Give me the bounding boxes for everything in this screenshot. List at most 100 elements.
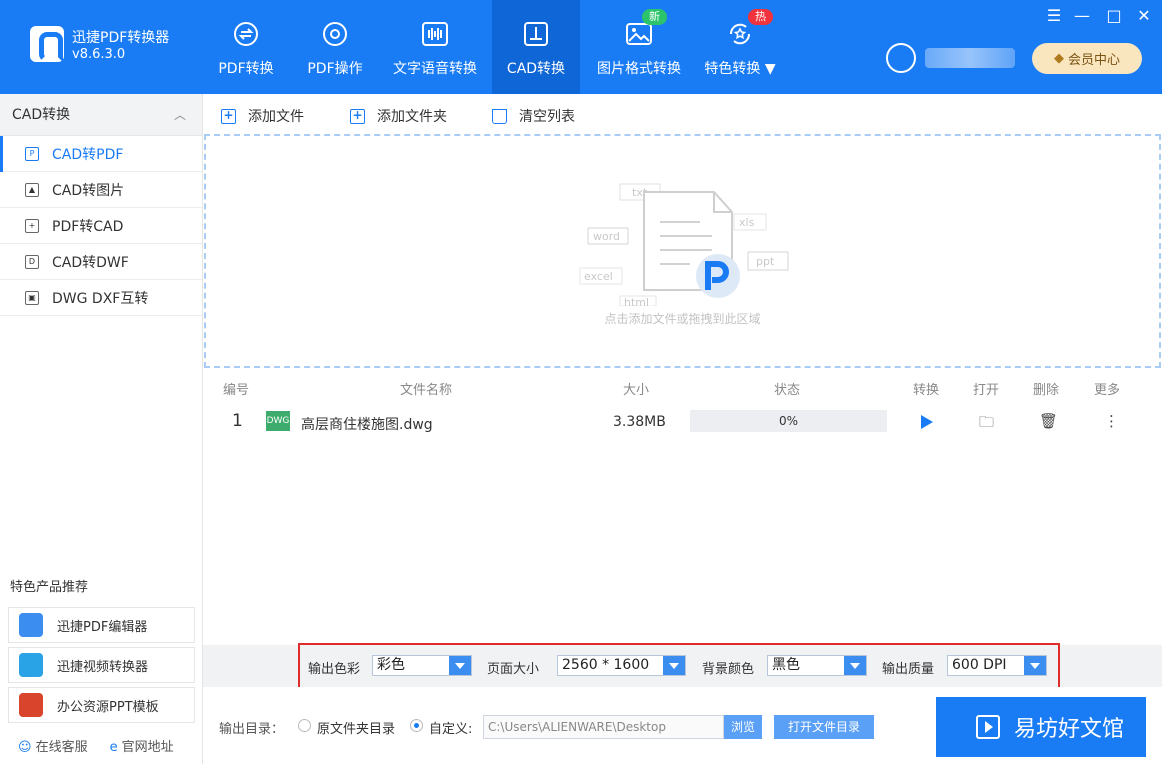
pdf-file-icon: P (25, 146, 39, 161)
text-speech-icon (422, 22, 448, 46)
video-converter-icon (19, 653, 43, 677)
cad-file-icon: + (25, 218, 39, 233)
sidebar-item-cad-to-image[interactable]: ▲ CAD转图片 (0, 172, 202, 208)
delete-icon[interactable]: 🗑 (1039, 412, 1058, 430)
row-number: 1 (232, 411, 243, 431)
dwg-file-icon: DWG (266, 411, 290, 431)
file-name: 高层商住楼施图.dwg (301, 417, 433, 433)
output-color-select[interactable]: 彩色 (372, 655, 472, 676)
sidebar-item-cad-to-pdf[interactable]: P CAD转PDF (0, 136, 202, 172)
convert-play-icon (976, 715, 1000, 739)
open-directory-button[interactable]: 打开文件目录 (774, 715, 874, 739)
chevron-up-icon: ︿ (173, 108, 186, 122)
nav-label: PDF转换 (218, 61, 274, 77)
sidebar-header[interactable]: CAD转换 ︿ (0, 94, 202, 136)
progress-bar: 0% (690, 410, 887, 432)
minimize-icon[interactable]: — (1072, 6, 1092, 25)
output-quality-select[interactable]: 600 DPI (947, 655, 1047, 676)
sidebar: CAD转换 ︿ P CAD转PDF ▲ CAD转图片 + PDF转CAD D C… (0, 94, 203, 764)
file-drop-zone[interactable]: txt word xls ppt excel html 点击添加文件或拖拽到此区… (204, 134, 1161, 368)
sidebar-item-label: DWG DXF互转 (52, 290, 149, 307)
clear-list-button[interactable]: 清空列表 (492, 106, 575, 126)
tag-word: word (593, 230, 620, 243)
sidebar-item-label: CAD转图片 (52, 182, 125, 199)
browse-button[interactable]: 浏览 (724, 715, 762, 739)
pdf-editor-icon (19, 613, 43, 637)
featured-label: 迅捷PDF编辑器 (57, 619, 148, 635)
add-file-icon: + (221, 108, 236, 124)
featured-label: 办公资源PPT模板 (57, 699, 159, 715)
ppt-template-icon (19, 693, 43, 717)
title-bar: 迅捷PDF转换器 v8.6.3.0 PDF转换 PDF操作 文字语音转换 CAD… (0, 0, 1162, 94)
more-icon[interactable]: ⋮ (1104, 412, 1119, 430)
nav-image-convert[interactable]: 新 图片格式转换 (580, 0, 698, 94)
sidebar-item-pdf-to-cad[interactable]: + PDF转CAD (0, 208, 202, 244)
featured-ppt-templates[interactable]: 办公资源PPT模板 (8, 687, 195, 723)
output-color-label: 输出色彩 (308, 662, 361, 677)
dropdown-arrow-icon (449, 656, 471, 675)
add-file-button[interactable]: + 添加文件 (221, 106, 304, 126)
online-service-link[interactable]: ☺ 在线客服 (18, 736, 88, 755)
output-path-input[interactable] (483, 715, 724, 739)
background-color-value: 黑色 (772, 657, 800, 673)
nav-pdf-operate[interactable]: PDF操作 (292, 0, 378, 94)
pdf-convert-icon (234, 22, 258, 46)
col-convert: 转换 (913, 383, 940, 398)
nav-label: 文字语音转换 (393, 61, 477, 77)
background-color-select[interactable]: 黑色 (767, 655, 867, 676)
close-icon[interactable]: ✕ (1134, 6, 1154, 25)
website-link[interactable]: e 官网地址 (110, 736, 174, 755)
featured-pdf-editor[interactable]: 迅捷PDF编辑器 (8, 607, 195, 643)
original-folder-radio[interactable] (298, 719, 311, 732)
tag-html: html (624, 296, 649, 306)
user-avatar-icon[interactable] (886, 43, 916, 73)
nav-label: CAD转换 (506, 61, 566, 77)
sidebar-item-label: PDF转CAD (52, 218, 124, 235)
custom-folder-radio[interactable] (410, 719, 423, 732)
add-folder-icon: + (350, 108, 365, 124)
col-no: 编号 (223, 383, 250, 398)
service-label: 在线客服 (35, 740, 88, 755)
cad-icon (524, 22, 548, 46)
add-folder-button[interactable]: + 添加文件夹 (350, 106, 447, 126)
tag-excel: excel (584, 270, 613, 283)
nav-label: 特色转换 ▼ (704, 61, 776, 77)
nav-special-convert[interactable]: 热 特色转换 ▼ (698, 0, 782, 94)
col-delete: 删除 (1033, 383, 1060, 398)
page-size-value: 2560 * 1600 (562, 657, 650, 673)
drop-hint: 点击添加文件或拖拽到此区域 (604, 312, 761, 326)
table-row[interactable]: 1 DWG 高层商住楼施图.dwg 3.38MB 0% 🗀 🗑 ⋮ (203, 404, 1162, 440)
sidebar-item-cad-to-dwf[interactable]: D CAD转DWF (0, 244, 202, 280)
member-center-button[interactable]: ◆ 会员中心 (1032, 43, 1142, 74)
sidebar-title: CAD转换 (12, 107, 71, 123)
nav-text-speech[interactable]: 文字语音转换 (378, 0, 492, 94)
nav-label: 图片格式转换 (597, 61, 681, 77)
folder-open-icon[interactable]: 🗀 (979, 412, 994, 437)
sidebar-item-dwg-dxf[interactable]: ▣ DWG DXF互转 (0, 280, 202, 316)
play-icon[interactable] (921, 415, 933, 429)
start-convert-button[interactable]: 易坊好文馆 (936, 697, 1146, 757)
app-version: v8.6.3.0 (72, 47, 126, 62)
convert-label: 易坊好文馆 (1014, 717, 1125, 742)
custom-folder-label: 自定义: (429, 722, 473, 737)
add-file-label: 添加文件 (248, 109, 304, 125)
col-size: 大小 (623, 383, 650, 398)
main-nav: PDF转换 PDF操作 文字语音转换 CAD转换 新 图片格式转换 热 特色转换… (200, 0, 782, 94)
menu-icon[interactable]: ☰ (1044, 6, 1064, 25)
featured-video-converter[interactable]: 迅捷视频转换器 (8, 647, 195, 683)
nav-label: PDF操作 (307, 61, 363, 77)
col-more: 更多 (1094, 383, 1121, 398)
maximize-icon[interactable]: □ (1104, 6, 1124, 25)
page-size-label: 页面大小 (487, 662, 540, 677)
file-size: 3.38MB (613, 414, 666, 430)
nav-pdf-convert[interactable]: PDF转换 (200, 0, 292, 94)
sidebar-item-label: CAD转DWF (52, 254, 129, 271)
col-name: 文件名称 (400, 383, 453, 398)
ie-icon: e (109, 740, 118, 755)
page-size-select[interactable]: 2560 * 1600 (557, 655, 686, 676)
member-center-label: 会员中心 (1067, 53, 1120, 68)
col-status: 状态 (774, 383, 801, 398)
output-quality-value: 600 DPI (952, 657, 1007, 673)
file-toolbar: + 添加文件 + 添加文件夹 清空列表 (203, 94, 1162, 134)
nav-cad-convert[interactable]: CAD转换 (492, 0, 580, 94)
